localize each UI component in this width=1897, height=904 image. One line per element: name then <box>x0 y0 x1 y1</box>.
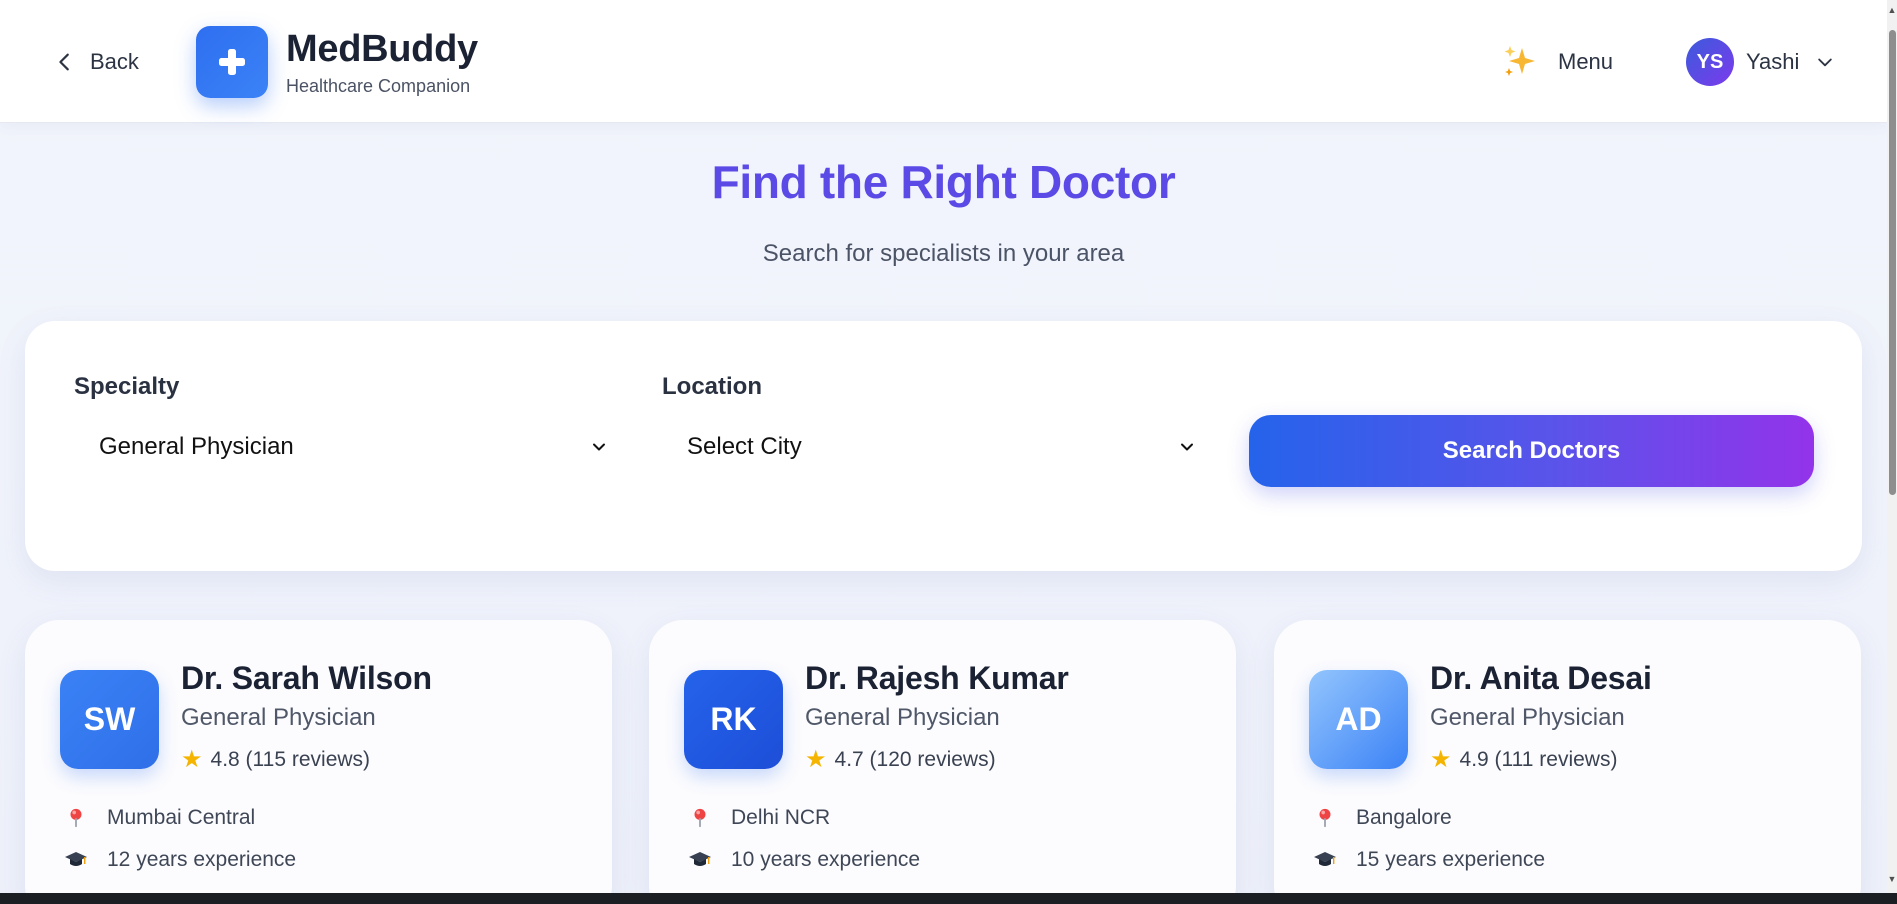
experience-text: 15 years experience <box>1356 848 1546 871</box>
scroll-down-arrow-icon[interactable]: ▼ <box>1887 873 1897 885</box>
chevron-left-icon <box>59 53 69 71</box>
avatar: YS <box>1686 38 1734 86</box>
page-title: Find the Right Doctor <box>711 156 1176 208</box>
doctor-name[interactable]: Dr. Sarah Wilson <box>181 660 432 697</box>
experience-text: 10 years experience <box>731 848 921 871</box>
location-text: Bangalore <box>1356 806 1452 829</box>
app-viewport: Back MedBuddy Healthcare Companion Menu … <box>0 0 1887 893</box>
map-pin-icon <box>1312 805 1338 831</box>
doctor-location: Bangalore <box>1312 805 1452 831</box>
window-bottom-edge <box>0 893 1897 904</box>
map-pin-icon <box>63 805 89 831</box>
page-subtitle: Search for specialists in your area <box>762 240 1125 267</box>
rating-text: 4.8 (115 reviews) <box>210 748 371 771</box>
doctor-rating: ★ 4.9 (111 reviews) <box>1430 748 1617 772</box>
location-text: Mumbai Central <box>107 806 256 829</box>
chevron-down-icon <box>593 443 605 451</box>
menu-button[interactable]: Menu <box>1500 40 1613 84</box>
rating-text: 4.7 (120 reviews) <box>834 748 996 771</box>
doctor-experience: 10 years experience <box>687 847 920 873</box>
menu-label: Menu <box>1558 49 1614 74</box>
graduation-cap-icon <box>687 847 713 873</box>
doctor-name[interactable]: Dr. Anita Desai <box>1430 660 1652 697</box>
star-icon: ★ <box>805 746 827 773</box>
doctor-location: Mumbai Central <box>63 805 255 831</box>
experience-text: 12 years experience <box>107 848 297 871</box>
doctor-location: Delhi NCR <box>687 805 830 831</box>
graduation-cap-icon <box>1312 847 1338 873</box>
doctor-specialty: General Physician <box>1430 704 1625 731</box>
search-panel: Specialty General Physician Location Sel… <box>25 321 1862 571</box>
star-icon: ★ <box>1430 746 1452 773</box>
doctor-avatar: SW <box>60 670 159 769</box>
top-header: Back MedBuddy Healthcare Companion Menu … <box>0 0 1887 123</box>
user-name: Yashi <box>1746 49 1800 74</box>
brand-name: MedBuddy <box>286 28 478 70</box>
back-label: Back <box>90 49 139 74</box>
doctor-avatar: AD <box>1309 670 1408 769</box>
doctor-specialty: General Physician <box>805 704 1000 731</box>
doctor-name[interactable]: Dr. Rajesh Kumar <box>805 660 1069 697</box>
location-value: Select City <box>687 433 802 460</box>
doctor-card[interactable]: AD Dr. Anita Desai General Physician ★ 4… <box>1274 620 1861 893</box>
doctor-avatar: RK <box>684 670 783 769</box>
doctor-rating: ★ 4.8 (115 reviews) <box>181 748 370 772</box>
user-menu-button[interactable]: YS Yashi <box>1686 37 1835 87</box>
specialty-label: Specialty <box>74 373 180 400</box>
doctor-experience: 12 years experience <box>63 847 296 873</box>
back-button[interactable]: Back <box>54 46 139 78</box>
map-pin-icon <box>687 805 713 831</box>
location-text: Delhi NCR <box>731 806 831 829</box>
scrollbar-thumb[interactable] <box>1889 30 1896 495</box>
rating-text: 4.9 (111 reviews) <box>1459 748 1618 771</box>
doctor-rating: ★ 4.7 (120 reviews) <box>805 748 996 772</box>
doctor-card[interactable]: SW Dr. Sarah Wilson General Physician ★ … <box>25 620 612 893</box>
medbuddy-logo[interactable] <box>196 26 268 98</box>
chevron-down-icon <box>1818 58 1833 67</box>
graduation-cap-icon <box>63 847 89 873</box>
specialty-select[interactable]: General Physician <box>74 416 634 478</box>
brand-tagline: Healthcare Companion <box>286 76 471 96</box>
location-label: Location <box>662 373 762 400</box>
medical-cross-icon <box>219 49 245 75</box>
doctor-specialty: General Physician <box>181 704 376 731</box>
star-icon: ★ <box>181 746 203 773</box>
doctor-card[interactable]: RK Dr. Rajesh Kumar General Physician ★ … <box>649 620 1236 893</box>
specialty-value: General Physician <box>99 433 294 460</box>
search-doctors-button[interactable]: Search Doctors <box>1249 415 1814 487</box>
sparkles-icon <box>1504 46 1535 76</box>
location-select[interactable]: Select City <box>662 416 1222 478</box>
doctor-experience: 15 years experience <box>1312 847 1545 873</box>
scroll-up-arrow-icon[interactable]: ▲ <box>1887 4 1897 16</box>
chevron-down-icon <box>1181 443 1193 451</box>
